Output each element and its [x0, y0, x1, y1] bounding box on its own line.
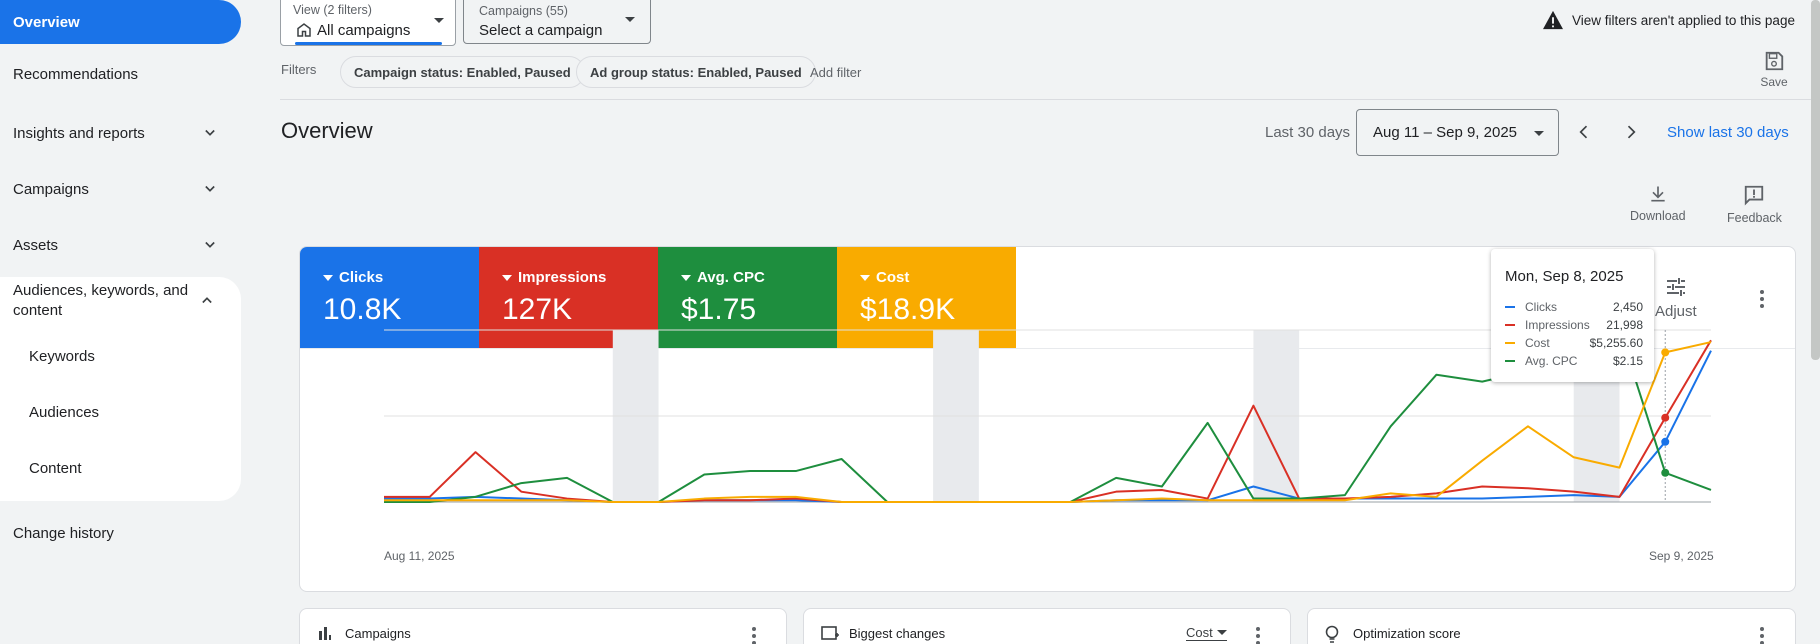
download-icon — [1651, 186, 1665, 202]
tooltip-metric-value: $2.15 — [1612, 354, 1643, 368]
sidebar-item-keywords[interactable]: Keywords — [29, 348, 95, 365]
tooltip-metric-name: Cost — [1525, 336, 1550, 350]
more-options-icon[interactable] — [1759, 626, 1765, 644]
sidebar-item-label: Insights and reports — [13, 124, 145, 142]
save-button[interactable]: Save — [1758, 50, 1790, 89]
compare-icon — [821, 626, 839, 640]
tooltip-row: Avg. CPC $2.15 — [1505, 354, 1643, 368]
metric-dropdown-value: Cost — [1186, 625, 1213, 640]
date-range-value: Aug 11 – Sep 9, 2025 — [1373, 124, 1518, 141]
biggest-changes-card: Biggest changes Cost — [803, 608, 1291, 644]
sidebar-nav: Overview Recommendations Insights and re… — [0, 0, 242, 644]
filter-chip-campaign-status[interactable]: Campaign status: Enabled, Paused — [340, 56, 585, 88]
sidebar-item-insights[interactable]: Insights and reports — [0, 123, 242, 143]
chevron-down-icon — [205, 185, 215, 192]
view-selector-label: View (2 filters) — [293, 3, 372, 17]
sidebar-item-audiences-keywords-content[interactable]: Audiences, keywords, and content — [13, 281, 203, 321]
sidebar-item-content[interactable]: Content — [29, 460, 82, 477]
tooltip-metric-name: Impressions — [1525, 318, 1590, 332]
campaign-selector-label: Campaigns (55) — [479, 4, 568, 18]
sidebar-item-campaigns[interactable]: Campaigns — [0, 179, 242, 199]
sidebar-item-recommendations[interactable]: Recommendations — [0, 66, 242, 83]
hover-point — [1661, 348, 1670, 357]
sidebar-item-label: Campaigns — [13, 180, 89, 198]
chevron-down-icon — [205, 129, 215, 136]
tooltip-metric-name: Clicks — [1525, 300, 1557, 314]
warning-icon — [1543, 10, 1563, 30]
show-last-30-days-link[interactable]: Show last 30 days — [1667, 124, 1789, 141]
divider — [280, 99, 1820, 100]
tooltip-row: Clicks 2,450 — [1505, 300, 1643, 314]
card-title: Optimization score — [1353, 626, 1461, 641]
chevron-right-icon[interactable] — [1621, 122, 1641, 142]
metric-dropdown[interactable]: Cost — [1186, 625, 1227, 641]
hover-point — [1661, 468, 1670, 477]
filters-warning-text: View filters aren't applied to this page — [1572, 12, 1795, 28]
active-underline — [295, 42, 442, 45]
chevron-up-icon[interactable] — [197, 290, 217, 310]
card-title: Biggest changes — [849, 626, 946, 641]
feedback-icon — [1745, 185, 1764, 206]
tooltip-metric-value: $5,255.60 — [1589, 336, 1643, 350]
optimization-score-card: Optimization score — [1307, 608, 1796, 644]
save-label: Save — [1760, 75, 1788, 89]
more-options-icon[interactable] — [751, 626, 757, 644]
tooltip-row: Impressions 21,998 — [1505, 318, 1643, 332]
filters-warning: View filters aren't applied to this page — [1542, 10, 1795, 30]
download-button[interactable]: Download — [1630, 184, 1686, 223]
filters-label: Filters — [281, 62, 317, 77]
sidebar-group-audiences: Audiences, keywords, and content Keyword… — [0, 277, 241, 501]
date-range-picker[interactable]: Aug 11 – Sep 9, 2025 — [1356, 109, 1559, 156]
caret-down-icon — [434, 18, 444, 23]
sidebar-item-change-history[interactable]: Change history — [0, 525, 242, 542]
chevron-down-icon — [205, 241, 215, 248]
date-range-label: Last 30 days — [1265, 124, 1351, 141]
sidebar-item-label: Assets — [13, 236, 59, 254]
sidebar-item-assets[interactable]: Assets — [0, 235, 242, 255]
x-axis-end-label: Sep 9, 2025 — [1649, 549, 1714, 563]
tooltip-row: Cost $5,255.60 — [1505, 336, 1643, 350]
feedback-label: Feedback — [1727, 211, 1782, 225]
bar-chart-icon — [319, 627, 331, 640]
page-title: Overview — [281, 118, 373, 143]
caret-down-icon — [1216, 629, 1227, 635]
scrollbar[interactable] — [1811, 0, 1820, 360]
feedback-button[interactable]: Feedback — [1727, 184, 1782, 225]
sidebar-item-label: Change history — [13, 525, 114, 542]
download-label: Download — [1630, 209, 1686, 223]
tooltip-metric-name: Avg. CPC — [1525, 354, 1578, 368]
campaign-selector[interactable]: Campaigns (55) Select a campaign — [463, 0, 651, 44]
tooltip-metric-value: 21,998 — [1606, 318, 1643, 332]
sidebar-item-overview[interactable]: Overview — [0, 0, 241, 44]
sidebar-item-label: Recommendations — [13, 66, 139, 83]
card-title: Campaigns — [345, 626, 411, 641]
caret-down-icon — [1534, 131, 1544, 136]
chart-tooltip: Mon, Sep 8, 2025 Clicks 2,450 Impressions 2… — [1491, 249, 1654, 382]
legend-swatch — [1505, 324, 1515, 326]
hover-point — [1661, 437, 1670, 446]
lightbulb-icon — [1325, 625, 1339, 643]
legend-swatch — [1505, 306, 1515, 308]
caret-down-icon — [625, 17, 635, 22]
more-options-icon[interactable] — [1255, 626, 1261, 644]
view-selector-value: All campaigns — [317, 22, 411, 39]
legend-swatch — [1505, 360, 1515, 362]
x-axis-start-label: Aug 11, 2025 — [384, 549, 455, 563]
building-icon — [297, 23, 311, 37]
hover-point — [1661, 413, 1670, 422]
add-filter-button[interactable]: Add filter — [810, 65, 861, 80]
view-selector[interactable]: View (2 filters) All campaigns — [280, 0, 456, 46]
tooltip-date: Mon, Sep 8, 2025 — [1505, 268, 1624, 285]
sidebar-item-audiences[interactable]: Audiences — [29, 404, 99, 421]
save-icon — [1765, 51, 1784, 71]
campaigns-card: Campaigns — [299, 608, 787, 644]
tooltip-metric-value: 2,450 — [1612, 300, 1643, 314]
filter-chip-adgroup-status[interactable]: Ad group status: Enabled, Paused — [576, 56, 816, 88]
campaign-selector-value: Select a campaign — [479, 22, 603, 39]
chevron-left-icon[interactable] — [1574, 122, 1594, 142]
legend-swatch — [1505, 342, 1515, 344]
sidebar-item-label: Overview — [13, 13, 80, 31]
